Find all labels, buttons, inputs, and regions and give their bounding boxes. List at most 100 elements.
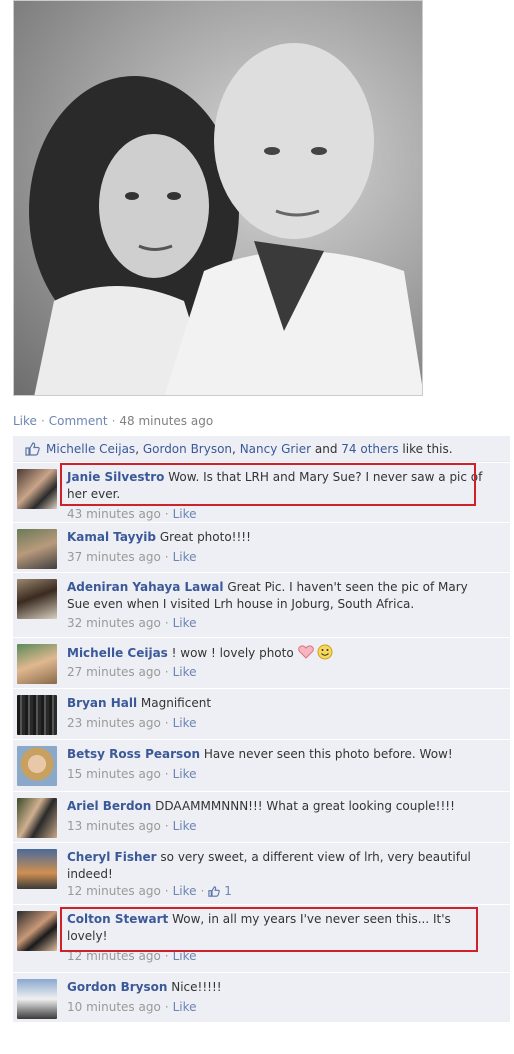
comment-item: Gordon Bryson Nice!!!!! 10 minutes ago · L… bbox=[13, 973, 510, 1023]
comment-link[interactable]: Comment bbox=[49, 414, 108, 428]
comment-author[interactable]: Michelle Ceijas bbox=[67, 646, 168, 660]
separator-dot: · bbox=[40, 414, 45, 428]
comment-meta: 27 minutes ago · Like bbox=[67, 665, 197, 679]
comment-item: Cheryl Fisher so very sweet, a different… bbox=[13, 843, 510, 905]
comment-time[interactable]: 12 minutes ago bbox=[67, 949, 161, 963]
comment-like-link[interactable]: Like bbox=[173, 884, 197, 898]
avatar[interactable] bbox=[17, 579, 57, 619]
comment-like-link[interactable]: Like bbox=[173, 716, 197, 730]
comment-body: Kamal Tayyib Great photo!!!! bbox=[67, 529, 494, 546]
comment-like-link[interactable]: Like bbox=[173, 616, 197, 630]
comment-meta: 23 minutes ago · Like bbox=[67, 716, 197, 730]
comment-meta: 43 minutes ago · Like bbox=[67, 507, 197, 521]
comment-body: Betsy Ross Pearson Have never seen this … bbox=[67, 746, 494, 763]
likes-summary: Michelle Ceijas, Gordon Bryson, Nancy Gr… bbox=[13, 436, 510, 462]
likes-count-value: 1 bbox=[224, 884, 232, 898]
comment-text: Great photo!!!! bbox=[159, 530, 251, 544]
comment-time[interactable]: 43 minutes ago bbox=[67, 507, 161, 521]
comment-item: Betsy Ross Pearson Have never seen this … bbox=[13, 740, 510, 792]
separator-dot: · bbox=[164, 665, 169, 679]
comment-time[interactable]: 12 minutes ago bbox=[67, 884, 161, 898]
comment-author[interactable]: Cheryl Fisher bbox=[67, 850, 157, 864]
comment-author[interactable]: Colton Stewart bbox=[67, 912, 168, 926]
comment-author[interactable]: Gordon Bryson bbox=[67, 980, 167, 994]
comment-body: Michelle Ceijas ! wow ! lovely photo bbox=[67, 644, 494, 662]
comment-meta: 13 minutes ago · Like bbox=[67, 819, 197, 833]
separator-dot: · bbox=[164, 819, 169, 833]
avatar[interactable] bbox=[17, 849, 57, 889]
comment-body: Gordon Bryson Nice!!!!! bbox=[67, 979, 494, 996]
comment-time[interactable]: 27 minutes ago bbox=[67, 665, 161, 679]
couple-photo-image bbox=[29, 43, 422, 395]
liker-name[interactable]: Gordon Bryson bbox=[143, 442, 232, 456]
separator-dot: · bbox=[164, 949, 169, 963]
comment-body: Adeniran Yahaya Lawal Great Pic. I haven… bbox=[67, 579, 494, 613]
comment-body: Cheryl Fisher so very sweet, a different… bbox=[67, 849, 494, 883]
thumbs-up-icon bbox=[208, 886, 221, 900]
comments-list: Janie Silvestro Wow. Is that LRH and Mar… bbox=[13, 463, 510, 1023]
separator-dot: · bbox=[164, 550, 169, 564]
comment-like-link[interactable]: Like bbox=[173, 1000, 197, 1014]
comment-author[interactable]: Kamal Tayyib bbox=[67, 530, 156, 544]
comment-item: Janie Silvestro Wow. Is that LRH and Mar… bbox=[13, 463, 510, 523]
liker-name[interactable]: Michelle Ceijas bbox=[46, 442, 135, 456]
avatar[interactable] bbox=[17, 529, 57, 569]
comment-like-link[interactable]: Like bbox=[173, 507, 197, 521]
comment-meta: 12 minutes ago · Like · 1 bbox=[67, 884, 232, 900]
comment-like-link[interactable]: Like bbox=[173, 550, 197, 564]
avatar[interactable] bbox=[17, 911, 57, 951]
comment-item: Michelle Ceijas ! wow ! lovely photo 27 … bbox=[13, 638, 510, 689]
comment-item: Ariel Berdon DDAAMMMNNN!!! What a great … bbox=[13, 792, 510, 843]
comment-like-link[interactable]: Like bbox=[173, 665, 197, 679]
comment-time[interactable]: 10 minutes ago bbox=[67, 1000, 161, 1014]
likes-others-link[interactable]: 74 others bbox=[341, 442, 398, 456]
comment-meta: 12 minutes ago · Like bbox=[67, 949, 197, 963]
avatar[interactable] bbox=[17, 469, 57, 509]
comment-item: Colton Stewart Wow, in all my years I've… bbox=[13, 905, 510, 973]
comment-meta: 32 minutes ago · Like bbox=[67, 616, 197, 630]
comment-item: Kamal Tayyib Great photo!!!! 37 minutes … bbox=[13, 523, 510, 573]
separator-dot: · bbox=[164, 767, 169, 781]
comment-time[interactable]: 13 minutes ago bbox=[67, 819, 161, 833]
comment-like-link[interactable]: Like bbox=[173, 819, 197, 833]
avatar[interactable] bbox=[17, 798, 57, 838]
comment-time[interactable]: 37 minutes ago bbox=[67, 550, 161, 564]
likes-and-text: and bbox=[314, 442, 338, 456]
heart-icon bbox=[297, 645, 314, 660]
comment-time[interactable]: 15 minutes ago bbox=[67, 767, 161, 781]
post-photo[interactable] bbox=[13, 0, 423, 396]
comment-like-link[interactable]: Like bbox=[173, 767, 197, 781]
comment-meta: 37 minutes ago · Like bbox=[67, 550, 197, 564]
comment-text: Have never seen this photo before. Wow! bbox=[203, 747, 453, 761]
separator-dot: · bbox=[164, 616, 169, 630]
comment-body: Colton Stewart Wow, in all my years I've… bbox=[67, 911, 494, 945]
avatar[interactable] bbox=[17, 695, 57, 735]
avatar[interactable] bbox=[17, 979, 57, 1019]
separator-dot: · bbox=[111, 414, 116, 428]
separator-dot: · bbox=[164, 1000, 169, 1014]
comment-text: DDAAMMMNNN!!! What a great looking coupl… bbox=[155, 799, 455, 813]
smiley-icon bbox=[317, 644, 333, 660]
thumbs-up-icon bbox=[25, 442, 40, 459]
comment-likes-count[interactable]: 1 bbox=[208, 884, 232, 900]
comment-like-link[interactable]: Like bbox=[173, 949, 197, 963]
comment-text: Nice!!!!! bbox=[171, 980, 222, 994]
separator-dot: · bbox=[200, 884, 205, 898]
avatar[interactable] bbox=[17, 644, 57, 684]
avatar[interactable] bbox=[17, 746, 57, 786]
comment-time[interactable]: 32 minutes ago bbox=[67, 616, 161, 630]
liker-name[interactable]: Nancy Grier bbox=[240, 442, 311, 456]
comment-body: Ariel Berdon DDAAMMMNNN!!! What a great … bbox=[67, 798, 494, 815]
comment-author[interactable]: Ariel Berdon bbox=[67, 799, 151, 813]
post-timestamp[interactable]: 48 minutes ago bbox=[119, 414, 213, 428]
comment-author[interactable]: Bryan Hall bbox=[67, 696, 137, 710]
separator-dot: · bbox=[164, 716, 169, 730]
comment-author[interactable]: Janie Silvestro bbox=[67, 470, 164, 484]
post-actions: Like · Comment · 48 minutes ago bbox=[13, 414, 213, 428]
likes-suffix-text: like this. bbox=[402, 442, 453, 456]
comment-author[interactable]: Adeniran Yahaya Lawal bbox=[67, 580, 224, 594]
like-link[interactable]: Like bbox=[13, 414, 37, 428]
comment-time[interactable]: 23 minutes ago bbox=[67, 716, 161, 730]
comment-author[interactable]: Betsy Ross Pearson bbox=[67, 747, 200, 761]
separator-dot: · bbox=[164, 507, 169, 521]
